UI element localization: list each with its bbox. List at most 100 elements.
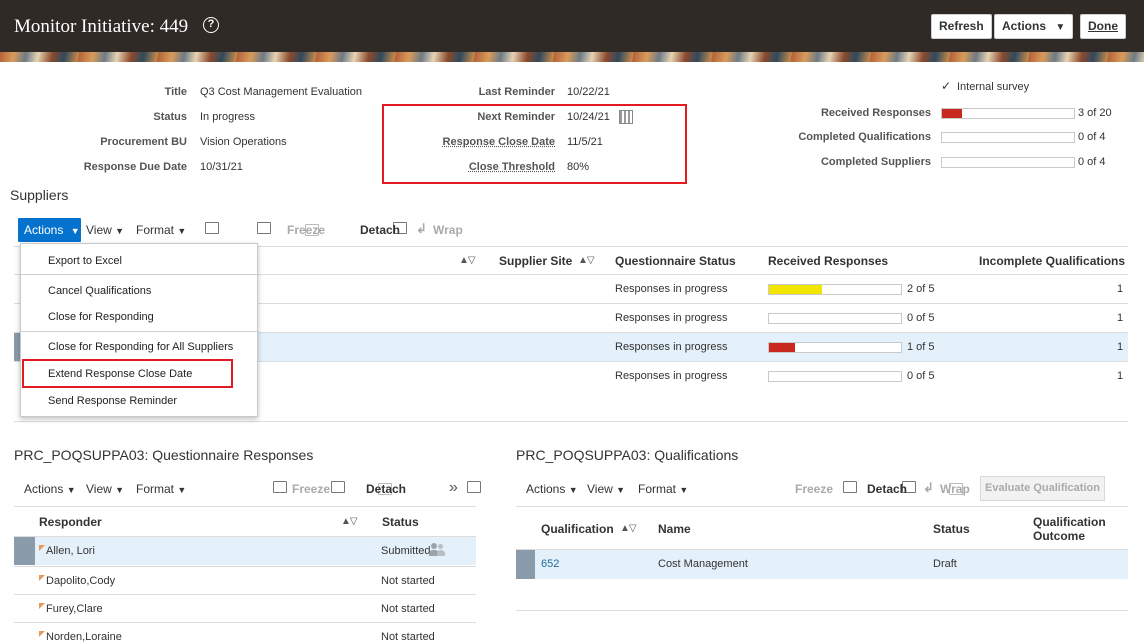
page-title: Monitor Initiative: 449	[14, 16, 189, 37]
row-selector[interactable]	[14, 537, 35, 565]
caret-down-icon: ▼	[70, 226, 80, 236]
help-icon[interactable]: ?	[203, 17, 219, 33]
flag-icon	[39, 545, 45, 551]
menu-item-send-response-reminder[interactable]: Send Response Reminder	[48, 395, 177, 407]
incomplete-qualifications-cell: 1	[1117, 312, 1124, 324]
caret-down-icon: ▼	[679, 485, 689, 495]
suppliers-view-menu[interactable]: View ▼	[86, 223, 124, 237]
suppliers-format-menu[interactable]: Format ▼	[136, 223, 186, 237]
menu-item-close-for-responding-all[interactable]: Close for Responding for All Suppliers	[48, 341, 233, 353]
qualification-link[interactable]: 652	[541, 558, 559, 570]
incomplete-qualifications-header[interactable]: Incomplete Qualifications	[979, 254, 1125, 268]
calendar-icon[interactable]	[619, 110, 633, 124]
response-close-date-label[interactable]: Response Close Date	[420, 136, 555, 148]
people-icon[interactable]	[429, 543, 445, 557]
qualification-name-cell: Cost Management	[658, 558, 748, 570]
wrap-button: Wrap	[433, 223, 463, 237]
received-responses-value: 3 of 20	[1078, 107, 1112, 119]
received-responses-cell: 0 of 5	[907, 312, 935, 324]
responder-cell[interactable]: Dapolito,Cody	[39, 575, 115, 587]
done-button[interactable]: Done	[1080, 14, 1126, 39]
received-responses-cell: 1 of 5	[907, 341, 935, 353]
qualification-outcome-header-line1[interactable]: Qualification	[1033, 515, 1106, 529]
table-divider	[516, 610, 1128, 611]
suppliers-section-title: Suppliers	[10, 187, 69, 203]
actions-label: Actions	[526, 482, 566, 496]
qualifications-actions-menu[interactable]: Actions ▼	[526, 482, 578, 496]
received-responses-header[interactable]: Received Responses	[768, 254, 888, 268]
sort-icon[interactable]: ▲▽	[578, 255, 595, 266]
qualification-status-header[interactable]: Status	[933, 522, 970, 536]
flag-icon	[39, 603, 45, 609]
header-actions-label: Actions	[1002, 19, 1047, 33]
table-row-selected[interactable]	[516, 550, 1128, 579]
flag-icon	[39, 631, 45, 637]
refresh-button[interactable]: Refresh	[931, 14, 992, 39]
title-label: Title	[164, 86, 187, 98]
procurement-bu-label: Procurement BU	[100, 136, 187, 148]
wrap-icon: ↲	[923, 480, 934, 495]
responses-format-menu[interactable]: Format ▼	[136, 482, 186, 496]
responses-view-menu[interactable]: View ▼	[86, 482, 124, 496]
sort-icon[interactable]: ▲▽	[459, 255, 476, 266]
incomplete-qualifications-cell: 1	[1117, 341, 1124, 353]
name-header[interactable]: Name	[658, 522, 691, 536]
responses-actions-menu[interactable]: Actions ▼	[24, 482, 76, 496]
completed-qualifications-progress	[941, 132, 1075, 143]
menu-item-export-to-excel[interactable]: Export to Excel	[48, 255, 122, 267]
sort-icon[interactable]: ▲▽	[341, 516, 358, 527]
freeze-button: Freeze	[292, 482, 331, 496]
table-divider	[14, 566, 476, 567]
column-select-icon[interactable]	[842, 481, 857, 493]
responder-name: Allen, Lori	[46, 545, 95, 557]
response-status-header[interactable]: Status	[382, 515, 419, 529]
detach-button[interactable]: Detach	[366, 482, 406, 496]
reorder-columns-icon[interactable]	[257, 222, 272, 234]
qualification-outcome-header-line2[interactable]: Outcome	[1033, 529, 1085, 543]
highlight-box	[22, 359, 233, 388]
qualifications-view-menu[interactable]: View ▼	[587, 482, 625, 496]
responder-name: Dapolito,Cody	[46, 575, 116, 587]
received-responses-cell: 2 of 5	[907, 283, 935, 295]
reorder-columns-icon[interactable]	[331, 481, 346, 493]
table-divider	[14, 421, 1128, 422]
detach-button[interactable]: Detach	[360, 223, 400, 237]
header-actions-button[interactable]: Actions ▼	[994, 14, 1074, 39]
response-status-cell: Not started	[381, 575, 435, 587]
received-responses-label: Received Responses	[820, 107, 931, 119]
qualifications-format-menu[interactable]: Format ▼	[638, 482, 688, 496]
row-selector[interactable]	[516, 550, 535, 579]
table-divider	[516, 506, 1128, 507]
responder-cell[interactable]: Norden,Loraine	[39, 631, 122, 643]
column-select-icon[interactable]	[273, 481, 288, 493]
row-received-progress	[768, 342, 902, 353]
questionnaire-status-header[interactable]: Questionnaire Status	[615, 254, 736, 268]
overflow-icon[interactable]: »	[449, 479, 458, 497]
format-label: Format	[136, 482, 175, 496]
qualification-header[interactable]: Qualification	[541, 522, 614, 536]
response-status-cell: Not started	[381, 603, 435, 615]
responder-cell[interactable]: Allen, Lori	[39, 545, 95, 557]
table-divider	[14, 506, 476, 507]
progress-fill	[769, 343, 796, 352]
sort-icon[interactable]: ▲▽	[620, 523, 637, 534]
column-select-icon[interactable]	[205, 222, 219, 234]
close-threshold-label[interactable]: Close Threshold	[420, 161, 555, 173]
checkmark-icon: ✓	[941, 79, 952, 93]
response-due-date-label: Response Due Date	[83, 161, 187, 173]
responder-header[interactable]: Responder	[39, 515, 102, 529]
actions-label: Actions	[24, 223, 64, 237]
responder-cell[interactable]: Furey,Clare	[39, 603, 103, 615]
caret-down-icon: ▼	[568, 485, 578, 495]
supplier-site-header[interactable]: Supplier Site	[499, 254, 572, 268]
response-status-cell: Not started	[381, 631, 435, 643]
suppliers-actions-menu-button[interactable]: Actions ▼	[18, 218, 81, 242]
menu-separator	[21, 274, 257, 275]
format-label: Format	[136, 223, 175, 237]
wrap-icon: ↲	[416, 221, 427, 236]
detach-button[interactable]: Detach	[867, 482, 907, 496]
menu-item-close-for-responding[interactable]: Close for Responding	[48, 311, 154, 323]
detach-icon[interactable]	[467, 481, 482, 493]
menu-item-cancel-qualifications[interactable]: Cancel Qualifications	[48, 285, 151, 297]
completed-qualifications-label: Completed Qualifications	[798, 131, 931, 143]
